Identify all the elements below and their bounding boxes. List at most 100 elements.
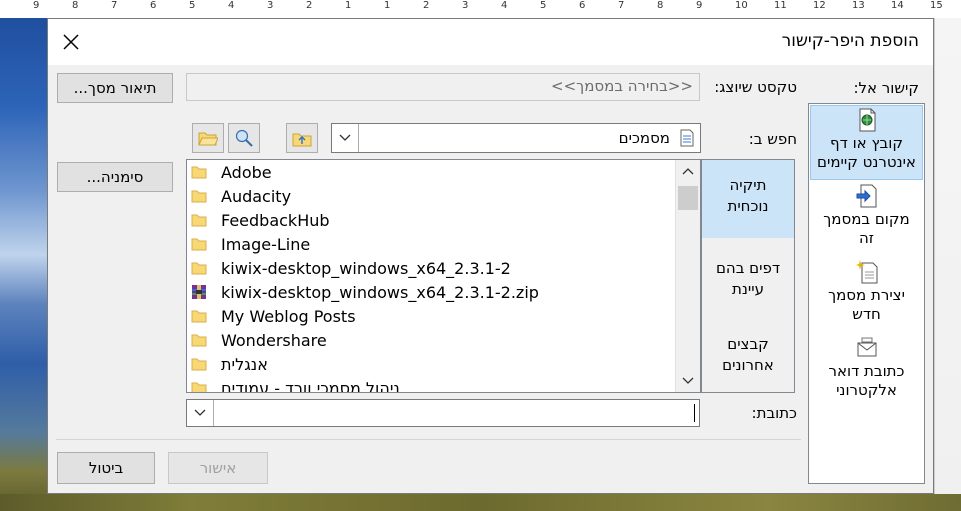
address-label: כתובת: [751,404,797,422]
text-to-display-label: טקסט שיוצג: [714,78,797,96]
file-list-item[interactable]: אנגלית [191,352,268,376]
ruler-number: 13 [852,0,865,11]
desktop-wallpaper-left [0,18,48,511]
scroll-down-button[interactable] [676,370,700,392]
place-label: תיקיה [729,176,767,194]
new-document-icon [855,260,877,284]
link-to-place-in-document[interactable]: מקום במסמך זה [810,184,923,256]
file-list-item[interactable]: Adobe [191,160,272,184]
folder-icon [191,166,207,179]
vertical-scrollbar[interactable] [675,160,700,392]
place-label: נוכחית [727,197,769,215]
address-input[interactable] [215,402,699,426]
ruler-number: 8 [72,0,79,11]
file-name: אנגלית [221,354,268,374]
ruler-number: 9 [33,0,40,11]
ruler-number: 12 [813,0,826,11]
link-to-create-new-document[interactable]: יצירת מסמך חדש [810,260,923,332]
look-in-dropdown-button[interactable] [332,124,359,152]
document-area-right [934,18,961,511]
documents-folder-icon [680,129,694,147]
browse-web-icon [235,129,253,147]
link-to-item-label: חדש [852,305,881,323]
web-page-icon [859,108,875,132]
folder-up-icon [292,133,312,147]
file-list-item[interactable]: FeedbackHub [191,208,330,232]
scroll-up-button[interactable] [676,160,700,182]
folder-icon [191,214,207,227]
zip-archive-icon [192,285,206,299]
link-to-item-label: מקום במסמך [823,210,910,228]
document-place-icon [856,184,876,208]
file-list-item[interactable]: Wondershare [191,328,327,352]
text-to-display-field[interactable]: <<בחירה במסמך>> [186,73,700,101]
browse-web-button[interactable] [228,123,260,153]
file-name: My Weblog Posts [221,306,356,326]
screentip-button[interactable]: תיאור מסך... [57,73,173,103]
chevron-up-icon [682,168,694,175]
separator [56,439,801,440]
chevron-down-icon [194,409,206,416]
browse-file-button[interactable] [192,123,224,153]
close-icon [63,34,79,50]
look-in-combobox[interactable]: מסמכים [331,123,701,153]
address-combobox[interactable] [186,399,700,427]
link-to-item-label: יצירת מסמך [828,286,905,304]
file-name: FeedbackHub [221,210,330,230]
recent-files-tab[interactable]: קבצים אחרונים [702,314,794,392]
file-list-item[interactable]: Image-Line [191,232,310,256]
address-dropdown-button[interactable] [187,400,214,426]
folder-icon [191,262,207,275]
ruler-number: 2 [306,0,313,11]
cancel-button[interactable]: ביטול [57,452,155,484]
ruler-number: 14 [891,0,904,11]
look-in-value: מסמכים [618,129,670,147]
title-bar: הוספת היפר-קישור [48,19,933,65]
ruler-number: 6 [579,0,586,11]
chevron-down-icon [339,134,351,141]
link-to-item-label: קובץ או דף [830,134,903,152]
browsed-pages-tab[interactable]: דפים בהם עיינת [702,238,794,314]
link-to-email-address[interactable]: כתובת דואר אלקטרוני [810,336,923,408]
file-name: ניהול מסמכי וורד - עמודים [221,378,400,393]
file-list-item[interactable]: My Weblog Posts [191,304,356,328]
ruler-number: 2 [423,0,430,11]
ruler-number: 1 [384,0,391,11]
file-name: Adobe [221,162,272,182]
file-list[interactable]: Adobe Audacity FeedbackHub Image-Line kiwix-… [186,159,701,393]
place-label: דפים בהם [715,259,781,277]
link-to-item-label: כתובת דואר [828,362,905,380]
link-to-pane: קובץ או דף אינטרנט קיימים מקום במסמך זה … [808,103,925,484]
chevron-down-icon [682,377,694,384]
link-to-item-label: זה [859,229,874,247]
file-list-item[interactable]: Audacity [191,184,291,208]
file-list-item[interactable]: kiwix-desktop_windows_x64_2.3.1-2 [191,256,511,280]
file-name: Image-Line [221,234,311,254]
link-to-existing-file-or-web-page[interactable]: קובץ או דף אינטרנט קיימים [810,105,923,180]
ruler-number: 10 [735,0,748,11]
ruler-number: 6 [150,0,157,11]
bookmark-button[interactable]: סימניה... [57,162,173,192]
current-folder-tab[interactable]: תיקיה נוכחית [702,160,794,238]
look-in-label: חפש ב: [748,130,797,148]
dialog-title: הוספת היפר-קישור [781,31,919,51]
up-one-folder-button[interactable] [286,123,318,153]
link-to-item-label: אינטרנט קיימים [817,153,916,171]
place-label: קבצים [727,335,769,353]
ruler-number: 1 [345,0,352,11]
ok-button[interactable]: אישור [168,452,268,484]
file-name: kiwix-desktop_windows_x64_2.3.1-2 [221,258,511,278]
place-label: אחרונים [722,356,774,374]
file-name: kiwix-desktop_windows_x64_2.3.1-2.zip [221,282,539,302]
ruler-number: 8 [657,0,664,11]
file-name: Wondershare [221,330,327,350]
ruler-number: 5 [189,0,196,11]
file-list-item[interactable]: ניהול מסמכי וורד - עמודים [191,376,400,393]
ruler-number: 3 [462,0,469,11]
email-icon [857,337,876,357]
ruler-number: 3 [267,0,274,11]
close-button[interactable] [56,27,86,57]
scroll-thumb[interactable] [678,186,698,210]
file-list-item[interactable]: kiwix-desktop_windows_x64_2.3.1-2.zip [191,280,539,304]
ruler-number: 4 [501,0,508,11]
